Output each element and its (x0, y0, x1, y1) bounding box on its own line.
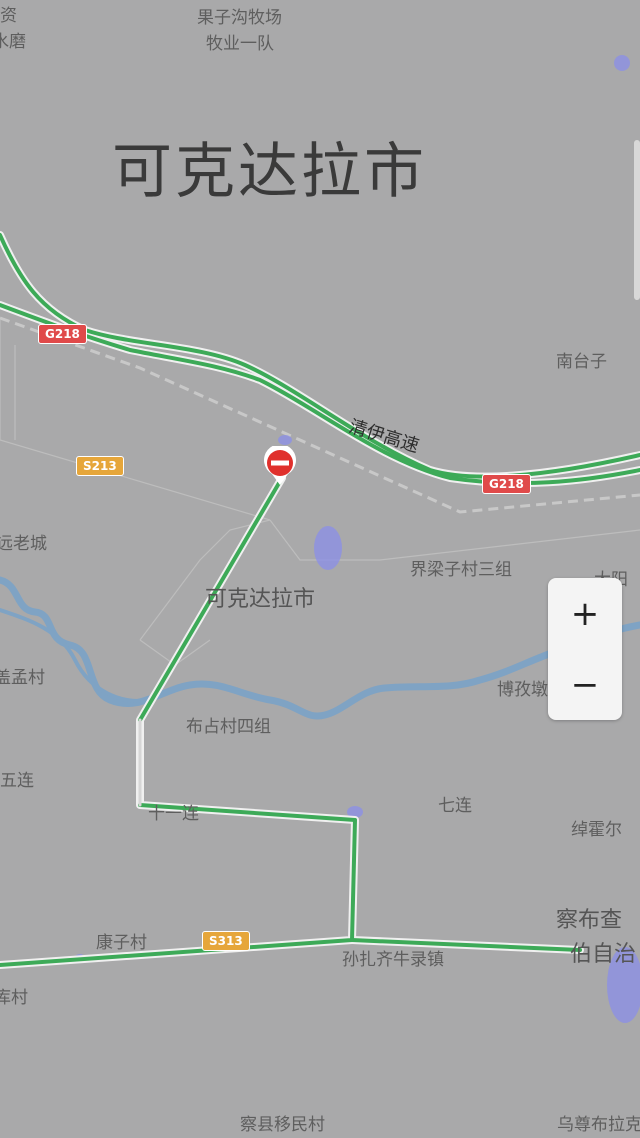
city-title: 可克达拉市 (112, 137, 427, 207)
place-label: 水磨 (0, 32, 26, 52)
place-label: 康子村 (96, 933, 147, 953)
zoom-control: + − (548, 578, 622, 720)
place-label: 孙扎齐牛录镇 (342, 950, 444, 970)
road-closed-icon[interactable] (262, 446, 298, 486)
highway-roads (0, 231, 640, 969)
place-label: 布占村四组 (186, 717, 271, 737)
scrollbar[interactable] (634, 140, 640, 300)
place-label: 牧业一队 (206, 34, 274, 54)
place-label: 远老城 (0, 534, 47, 554)
boundary-lines (0, 320, 640, 666)
zoom-out-button[interactable]: − (548, 649, 622, 720)
place-label: 十一连 (148, 804, 199, 824)
route-shield-s213: S213 (76, 456, 124, 476)
city-label: 可克达拉市 (205, 587, 316, 612)
route-shield-s313: S313 (202, 931, 250, 951)
place-label: 博孜墩 (497, 680, 548, 700)
place-label: 五连 (0, 771, 34, 791)
place-label: 资 (0, 6, 17, 26)
place-label: 盖孟村 (0, 668, 45, 688)
place-label: 果子沟牧场 (197, 8, 282, 28)
route-shield-g218: G218 (38, 324, 87, 344)
place-label: 察县移民村 (240, 1115, 325, 1135)
place-label: 绰霍尔 (571, 820, 622, 840)
zoom-in-button[interactable]: + (548, 578, 622, 649)
place-label: 库村 (0, 988, 28, 1008)
place-label: 乌尊布拉克 (557, 1115, 640, 1135)
place-label: 察布查 (556, 908, 623, 933)
place-label: 伯自治 (570, 942, 637, 967)
route-shield-g218: G218 (482, 474, 531, 494)
place-label: 界梁子村三组 (410, 560, 512, 580)
place-label: 南台子 (556, 352, 607, 372)
place-label: 七连 (438, 796, 472, 816)
